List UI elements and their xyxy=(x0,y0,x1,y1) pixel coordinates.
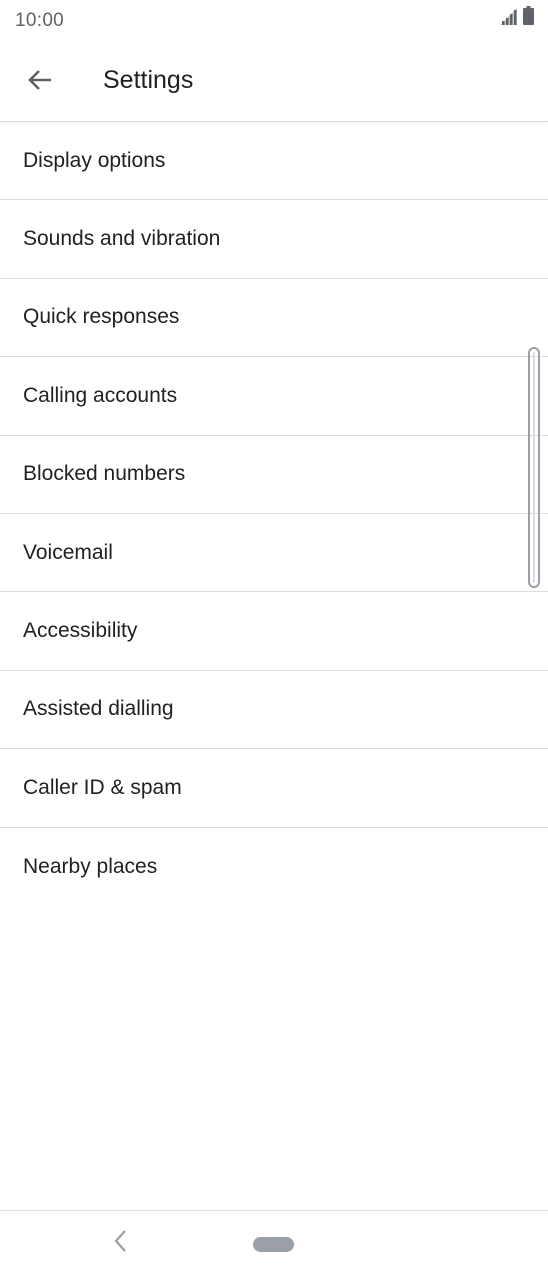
settings-item-label: Assisted dialling xyxy=(23,697,174,721)
navigation-bar xyxy=(0,1210,548,1278)
settings-item-voicemail[interactable]: Voicemail xyxy=(0,514,548,593)
settings-item-accessibility[interactable]: Accessibility xyxy=(0,592,548,671)
arrow-back-icon xyxy=(27,68,53,97)
settings-item-label: Nearby places xyxy=(23,854,158,878)
settings-item-label: Quick responses xyxy=(23,305,180,329)
settings-item-label: Caller ID & spam xyxy=(23,775,182,799)
settings-item-calling-accounts[interactable]: Calling accounts xyxy=(0,357,548,436)
status-icons xyxy=(500,6,534,30)
phone-screen: 10:00 Settings Display options Sounds an… xyxy=(0,0,548,1278)
settings-item-label: Voicemail xyxy=(23,540,113,564)
settings-item-sounds-and-vibration[interactable]: Sounds and vibration xyxy=(0,200,548,279)
settings-item-nearby-places[interactable]: Nearby places xyxy=(0,828,548,906)
signal-icon xyxy=(500,8,518,30)
nav-back-button[interactable] xyxy=(106,1227,134,1259)
scrollbar-track xyxy=(533,352,535,583)
settings-list: Display options Sounds and vibration Qui… xyxy=(0,122,548,906)
status-time: 10:00 xyxy=(15,10,65,31)
battery-icon xyxy=(523,6,534,30)
settings-item-label: Sounds and vibration xyxy=(23,227,221,251)
scrollbar[interactable] xyxy=(528,347,540,588)
nav-home-pill-icon[interactable] xyxy=(253,1237,294,1252)
settings-item-blocked-numbers[interactable]: Blocked numbers xyxy=(0,436,548,514)
settings-item-label: Accessibility xyxy=(23,619,138,643)
app-bar: Settings xyxy=(0,42,548,122)
page-title: Settings xyxy=(103,66,194,94)
settings-item-quick-responses[interactable]: Quick responses xyxy=(0,279,548,358)
status-bar: 10:00 xyxy=(0,0,548,42)
settings-item-caller-id-spam[interactable]: Caller ID & spam xyxy=(0,749,548,828)
settings-item-label: Calling accounts xyxy=(23,383,178,407)
settings-item-display-options[interactable]: Display options xyxy=(0,122,548,201)
settings-item-label: Display options xyxy=(23,148,166,172)
nav-back-icon xyxy=(113,1229,127,1258)
back-button[interactable] xyxy=(16,58,64,106)
settings-item-assisted-dialling[interactable]: Assisted dialling xyxy=(0,671,548,750)
settings-item-label: Blocked numbers xyxy=(23,462,186,486)
